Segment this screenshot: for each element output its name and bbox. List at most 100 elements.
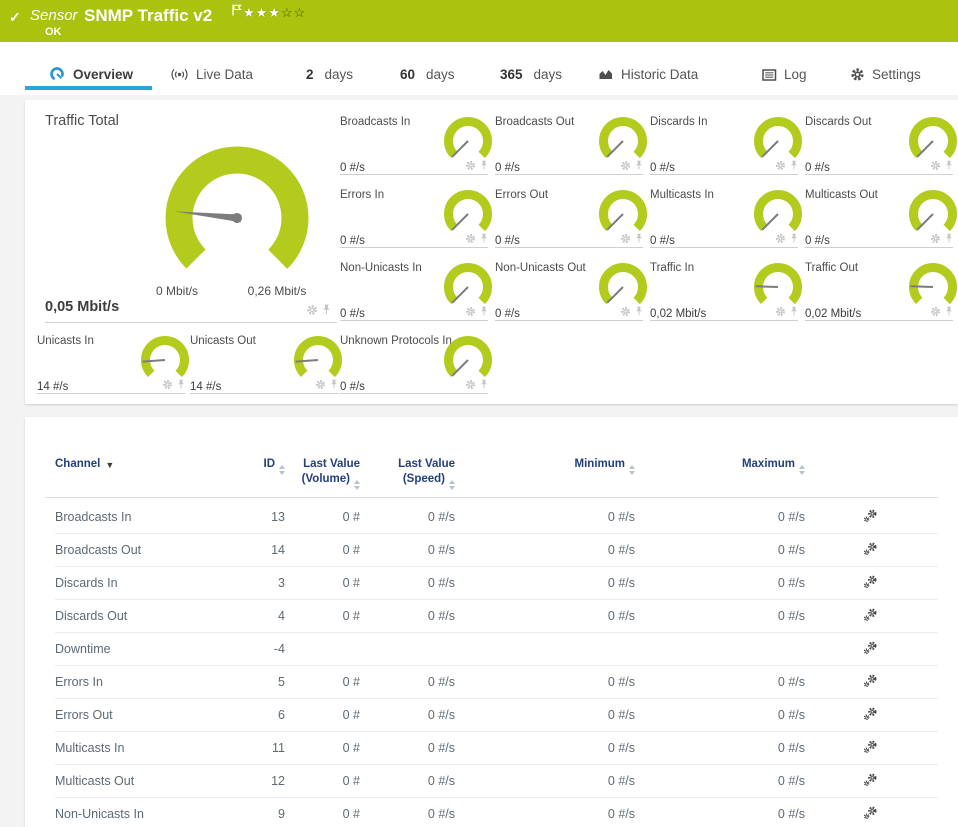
tab-label: days: [426, 67, 455, 82]
edit-channel-gears-icon[interactable]: [863, 608, 878, 622]
sort-toggle-icon: [354, 480, 360, 490]
pin-icon[interactable]: [790, 306, 798, 317]
gauge-value: 0 #/s: [340, 381, 365, 393]
channel-id: 11: [230, 741, 285, 755]
edit-channel-gears-icon[interactable]: [863, 806, 878, 820]
pin-icon[interactable]: [945, 233, 953, 244]
channel-gear-icon[interactable]: [620, 306, 631, 317]
table-row[interactable]: Multicasts In 11 0 # 0 #/s 0 #/s 0 #/s: [55, 732, 938, 765]
edit-channel-gears-icon[interactable]: [863, 707, 878, 721]
gauge-value: 0,02 Mbit/s: [805, 308, 861, 320]
tab-2-days[interactable]: 2 days: [306, 67, 353, 82]
table-row[interactable]: Broadcasts Out 14 0 # 0 #/s 0 #/s 0 #/s: [55, 534, 938, 567]
cell-separator: [805, 174, 953, 175]
channel-gear-icon[interactable]: [465, 379, 476, 390]
table-row[interactable]: Errors In 5 0 # 0 #/s 0 #/s 0 #/s: [55, 666, 938, 699]
channel-gear-icon[interactable]: [465, 160, 476, 171]
channel-id: 9: [230, 807, 285, 821]
pin-icon[interactable]: [945, 160, 953, 171]
maximum-value: 0 #/s: [635, 675, 805, 689]
channel-gear-icon[interactable]: [620, 160, 631, 171]
channel-gear-icon[interactable]: [162, 379, 173, 390]
cell-separator: [340, 247, 488, 248]
table-row[interactable]: Discards In 3 0 # 0 #/s 0 #/s 0 #/s: [55, 567, 938, 600]
edit-channel-gears-icon[interactable]: [863, 509, 878, 523]
pin-icon[interactable]: [635, 233, 643, 244]
tab-60-days[interactable]: 60 days: [400, 67, 455, 82]
sort-toggle-icon: [279, 465, 285, 475]
column-label: Minimum: [575, 458, 625, 470]
channel-gear-icon[interactable]: [930, 233, 941, 244]
pin-icon[interactable]: [790, 233, 798, 244]
pin-icon[interactable]: [480, 379, 488, 390]
pin-icon[interactable]: [330, 379, 338, 390]
table-row[interactable]: Downtime -4: [55, 633, 938, 666]
last-value-volume: 0 #: [285, 543, 360, 557]
gauge-label: Unknown Protocols In: [340, 335, 452, 347]
cell-separator: [805, 320, 953, 321]
edit-channel-gears-icon[interactable]: [863, 740, 878, 754]
cell-separator: [340, 174, 488, 175]
priority-stars[interactable]: ★★★☆☆: [243, 5, 306, 21]
column-header-maximum[interactable]: Maximum: [635, 457, 805, 488]
tab-log[interactable]: Log: [762, 67, 807, 82]
column-header-minimum[interactable]: Minimum: [455, 457, 635, 488]
gauge-label: Multicasts Out: [805, 189, 878, 201]
pin-icon[interactable]: [480, 233, 488, 244]
column-header-channel[interactable]: Channel▼: [55, 457, 230, 488]
column-header-last-value-speed[interactable]: Last Value (Speed): [360, 457, 455, 488]
flag-icon[interactable]: [232, 4, 242, 16]
edit-channel-gears-icon[interactable]: [863, 674, 878, 688]
last-value-volume: 0 #: [285, 807, 360, 821]
minimum-value: 0 #/s: [455, 774, 635, 788]
cell-separator: [495, 320, 643, 321]
channel-gear-icon[interactable]: [465, 306, 476, 317]
pin-icon[interactable]: [480, 160, 488, 171]
tab-overview[interactable]: Overview: [48, 66, 133, 82]
channel-name: Broadcasts Out: [55, 543, 230, 557]
gauge-value: 0 #/s: [495, 308, 520, 320]
minimum-value: 0 #/s: [455, 609, 635, 623]
gauge-label: Multicasts In: [650, 189, 714, 201]
pin-icon[interactable]: [480, 306, 488, 317]
table-row[interactable]: Errors Out 6 0 # 0 #/s 0 #/s 0 #/s: [55, 699, 938, 732]
gauge-cell: Errors In 0 #/s: [340, 183, 490, 256]
historic-chart-icon: [598, 68, 614, 81]
traffic-total-label: Traffic Total: [45, 113, 119, 129]
channel-gear-icon[interactable]: [775, 306, 786, 317]
edit-channel-gears-icon[interactable]: [863, 575, 878, 589]
tab-historic-data[interactable]: Historic Data: [598, 67, 698, 82]
pin-icon[interactable]: [945, 306, 953, 317]
table-row[interactable]: Broadcasts In 13 0 # 0 #/s 0 #/s 0 #/s: [55, 501, 938, 534]
edit-channel-gears-icon[interactable]: [863, 773, 878, 787]
pin-icon[interactable]: [635, 306, 643, 317]
gauge-cell: Traffic Out 0,02 Mbit/s: [805, 256, 955, 329]
channel-gear-icon[interactable]: [315, 379, 326, 390]
table-row[interactable]: Discards Out 4 0 # 0 #/s 0 #/s 0 #/s: [55, 600, 938, 633]
channel-gear-icon[interactable]: [465, 233, 476, 244]
pin-icon[interactable]: [790, 160, 798, 171]
tab-live-data[interactable]: Live Data: [170, 67, 253, 82]
channel-gear-icon[interactable]: [930, 160, 941, 171]
channel-name: Non-Unicasts In: [55, 807, 230, 821]
tab-settings[interactable]: Settings: [850, 67, 921, 82]
tab-365-days[interactable]: 365 days: [500, 67, 562, 82]
tab-number: 2: [306, 67, 314, 82]
column-header-id[interactable]: ID: [230, 457, 285, 488]
channel-gear-icon[interactable]: [930, 306, 941, 317]
edit-channel-gears-icon[interactable]: [863, 641, 878, 655]
table-row[interactable]: Multicasts Out 12 0 # 0 #/s 0 #/s 0 #/s: [55, 765, 938, 798]
column-header-last-value-volume[interactable]: Last Value (Volume): [285, 457, 360, 488]
edit-channel-gears-icon[interactable]: [863, 542, 878, 556]
pin-icon[interactable]: [635, 160, 643, 171]
channel-gear-icon[interactable]: [620, 233, 631, 244]
channel-gear-icon[interactable]: [775, 160, 786, 171]
table-header-row: Channel▼ ID Last Value (Volume) Last Val…: [55, 457, 935, 488]
gauge-cell: Discards Out 0 #/s: [805, 110, 955, 183]
pin-icon[interactable]: [322, 304, 331, 316]
last-value-volume: 0 #: [285, 708, 360, 722]
pin-icon[interactable]: [177, 379, 185, 390]
channel-gear-icon[interactable]: [306, 304, 318, 316]
table-row[interactable]: Non-Unicasts In 9 0 # 0 #/s 0 #/s 0 #/s: [55, 798, 938, 827]
channel-gear-icon[interactable]: [775, 233, 786, 244]
